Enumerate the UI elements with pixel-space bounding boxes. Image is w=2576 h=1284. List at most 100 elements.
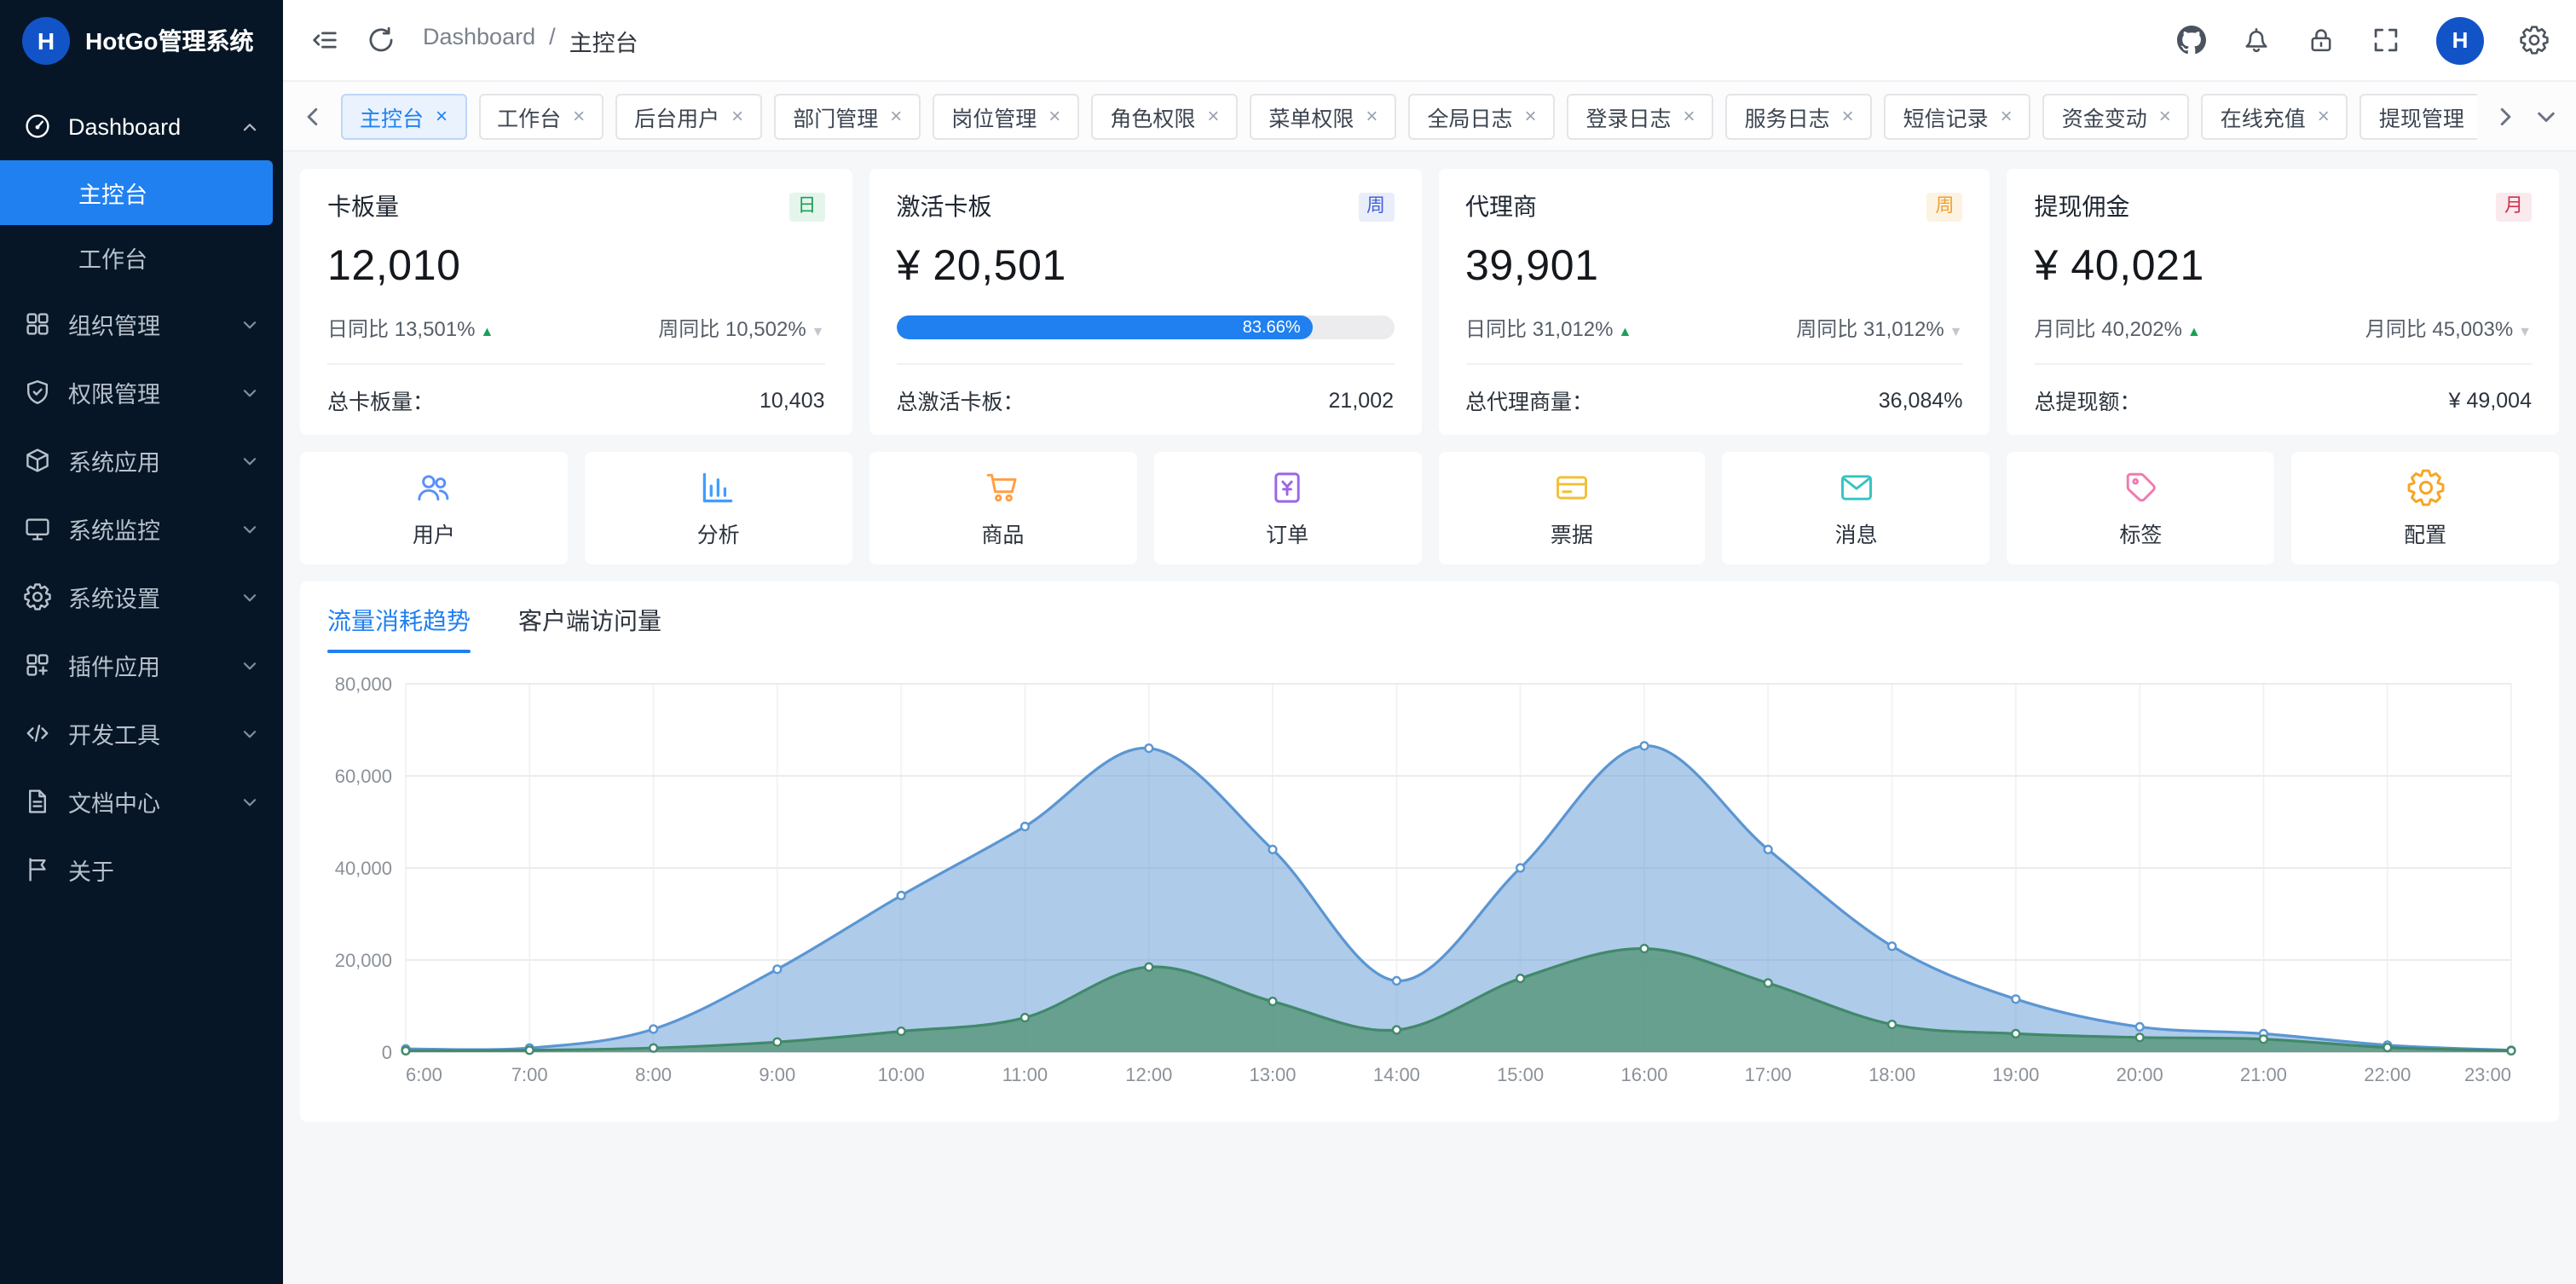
svg-text:17:00: 17:00: [1745, 1064, 1792, 1085]
fullscreen-icon[interactable]: [2371, 26, 2400, 55]
stat-footer-value: 21,002: [1329, 388, 1394, 412]
lock-icon[interactable]: [2307, 26, 2336, 55]
stat-card-0: 卡板量日12,010日同比 13,501%▲周同比 10,502%▼总卡板量：1…: [300, 169, 852, 435]
sidebar-menu: Dashboard主控台工作台组织管理权限管理系统应用系统监控系统设置插件应用开…: [0, 82, 283, 1284]
sidebar-item-docs[interactable]: 文档中心: [0, 767, 283, 836]
quick-action-7[interactable]: 配置: [2291, 452, 2559, 564]
devtools-icon: [24, 720, 51, 747]
tab-list: 主控台×工作台×后台用户×部门管理×岗位管理×角色权限×菜单权限×全局日志×登录…: [341, 93, 2477, 139]
sidebar-item-label: 系统监控: [68, 512, 223, 546]
avatar[interactable]: H: [2436, 16, 2484, 64]
settings-icon: [24, 583, 51, 610]
metric-label: 日同比: [327, 317, 389, 341]
close-icon[interactable]: ×: [731, 106, 743, 126]
tabs-scroll-left-icon[interactable]: [300, 103, 326, 129]
chevron-down-icon: [240, 315, 259, 333]
tab-item[interactable]: 在线充值×: [2202, 93, 2348, 139]
sidebar-item-plugins[interactable]: 插件应用: [0, 631, 283, 699]
stat-card-badge: 周: [1358, 192, 1394, 221]
close-icon[interactable]: ×: [1366, 106, 1378, 126]
tab-label: 资金变动: [2062, 100, 2147, 132]
close-icon[interactable]: ×: [573, 106, 585, 126]
svg-text:8:00: 8:00: [635, 1064, 672, 1085]
tab-item[interactable]: 后台用户×: [615, 93, 762, 139]
sidebar-item-settings[interactable]: 系统设置: [0, 563, 283, 631]
tab-item[interactable]: 服务日志×: [1726, 93, 1873, 139]
quick-action-3[interactable]: 订单: [1153, 452, 1421, 564]
quick-action-4[interactable]: 票据: [1438, 452, 1706, 564]
sidebar-item-devtools[interactable]: 开发工具: [0, 699, 283, 767]
sidebar-item-dashboard[interactable]: Dashboard: [0, 92, 283, 160]
sidebar-item-label: 组织管理: [68, 307, 223, 341]
tab-label: 提现管理: [2379, 100, 2464, 132]
tab-item[interactable]: 角色权限×: [1091, 93, 1238, 139]
sidebar-item-auth[interactable]: 权限管理: [0, 358, 283, 426]
sidebar-item-about[interactable]: 关于: [0, 836, 283, 904]
sidebar-item-apps[interactable]: 系统应用: [0, 426, 283, 495]
close-icon[interactable]: ×: [1048, 106, 1060, 126]
tab-item[interactable]: 全局日志×: [1408, 93, 1555, 139]
close-icon[interactable]: ×: [2476, 106, 2477, 126]
app-root: H HotGo管理系统 Dashboard主控台工作台组织管理权限管理系统应用系…: [0, 0, 2576, 1284]
bell-icon[interactable]: [2242, 26, 2271, 55]
tab-item[interactable]: 工作台×: [478, 93, 604, 139]
metric-value: 13,501%: [395, 317, 476, 341]
tabs-menu-icon[interactable]: [2533, 103, 2559, 129]
gear-icon[interactable]: [2520, 26, 2549, 55]
close-icon[interactable]: ×: [1684, 106, 1695, 126]
quick-action-2[interactable]: 商品: [869, 452, 1137, 564]
quick-action-1[interactable]: 分析: [585, 452, 852, 564]
tab-label: 部门管理: [793, 100, 878, 132]
stat-card-value: 39,901: [1465, 242, 1963, 292]
close-icon[interactable]: ×: [2159, 106, 2171, 126]
svg-text:7:00: 7:00: [511, 1064, 548, 1085]
quick-action-label: 商品: [981, 516, 1024, 548]
logo[interactable]: H HotGo管理系统: [0, 0, 283, 82]
tab-item[interactable]: 主控台×: [341, 93, 466, 139]
menu-collapse-icon[interactable]: [310, 26, 339, 55]
svg-text:10:00: 10:00: [878, 1064, 925, 1085]
chevron-down-icon: [240, 724, 259, 743]
svg-text:21:00: 21:00: [2240, 1064, 2287, 1085]
sidebar-subitem-workbench[interactable]: 工作台: [0, 225, 283, 290]
close-icon[interactable]: ×: [2001, 106, 2013, 126]
stat-card-value: 12,010: [327, 242, 825, 292]
close-icon[interactable]: ×: [436, 106, 448, 126]
close-icon[interactable]: ×: [1842, 106, 1854, 126]
sidebar-item-org[interactable]: 组织管理: [0, 290, 283, 358]
close-icon[interactable]: ×: [2318, 106, 2330, 126]
sidebar-subitem-console[interactable]: 主控台: [0, 160, 273, 225]
tab-item[interactable]: 短信记录×: [1885, 93, 2031, 139]
quick-action-6[interactable]: 标签: [2007, 452, 2275, 564]
tab-item[interactable]: 菜单权限×: [1250, 93, 1396, 139]
metric-value: 10,502%: [725, 317, 806, 341]
progress-bar: 83.66%: [897, 315, 1395, 339]
tabs-scroll-right-icon[interactable]: [2492, 103, 2518, 129]
svg-text:6:00: 6:00: [406, 1064, 442, 1085]
sidebar-item-label: 关于: [68, 853, 259, 887]
tab-traffic-trend[interactable]: 流量消耗趋势: [327, 604, 471, 653]
github-icon[interactable]: [2177, 26, 2206, 55]
quick-action-label: 用户: [413, 516, 455, 548]
tab-item[interactable]: 登录日志×: [1568, 93, 1714, 139]
quick-action-0[interactable]: 用户: [300, 452, 568, 564]
close-icon[interactable]: ×: [1207, 106, 1219, 126]
stat-card-grid: 卡板量日12,010日同比 13,501%▲周同比 10,502%▼总卡板量：1…: [300, 169, 2559, 435]
breadcrumb-root[interactable]: Dashboard: [423, 23, 535, 57]
svg-text:20:00: 20:00: [2117, 1064, 2163, 1085]
breadcrumb: Dashboard / 主控台: [423, 23, 638, 57]
quick-action-5[interactable]: 消息: [1723, 452, 1990, 564]
refresh-icon[interactable]: [367, 26, 396, 55]
caret-down-icon: ▼: [2518, 324, 2532, 339]
tab-client-visits[interactable]: 客户端访问量: [518, 604, 661, 653]
stat-card-value: ¥ 40,021: [2035, 242, 2533, 292]
stat-card-title: 激活卡板: [897, 189, 992, 223]
close-icon[interactable]: ×: [890, 106, 902, 126]
tab-item[interactable]: 资金变动 ×: [2043, 93, 2190, 139]
tab-item[interactable]: 提现管理 ×: [2360, 93, 2477, 139]
tab-item[interactable]: 岗位管理×: [933, 93, 1079, 139]
close-icon[interactable]: ×: [1524, 106, 1536, 126]
stat-card-footer: 总卡板量：10,403: [327, 363, 825, 435]
sidebar-item-monitor[interactable]: 系统监控: [0, 495, 283, 563]
tab-item[interactable]: 部门管理 ×: [774, 93, 921, 139]
